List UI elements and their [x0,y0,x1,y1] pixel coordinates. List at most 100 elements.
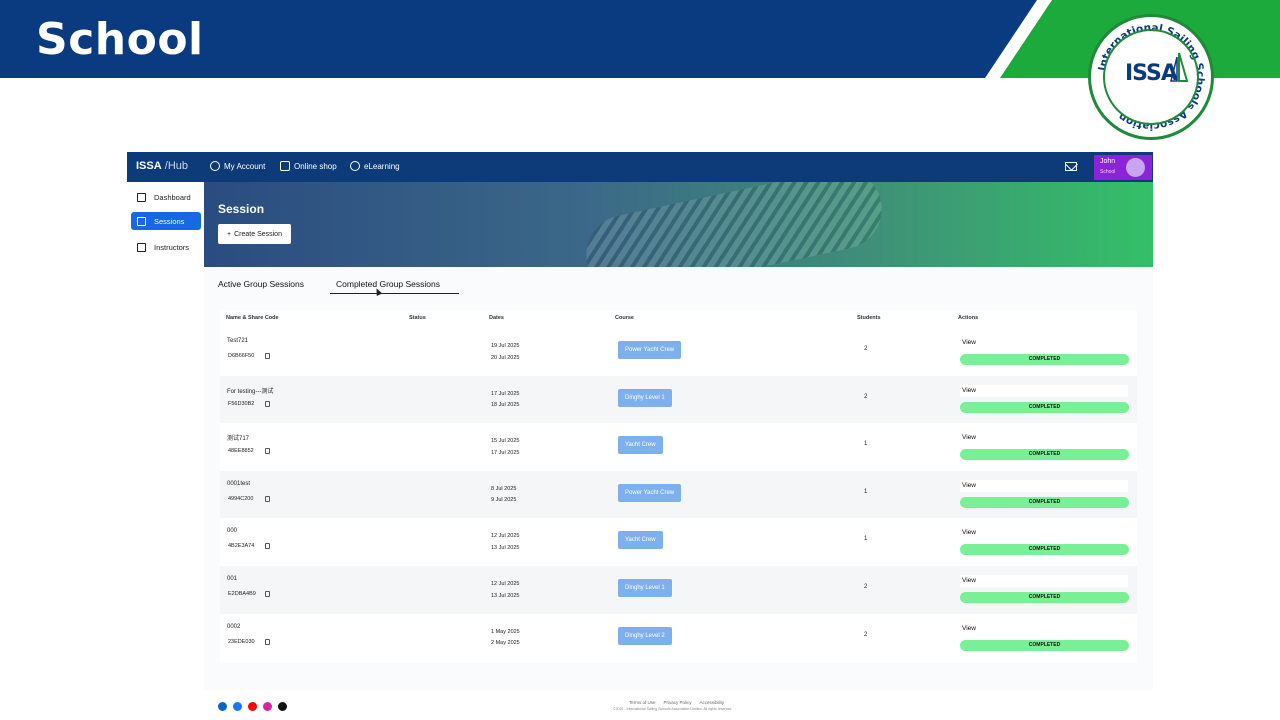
create-session-label: Create Session [234,230,282,238]
copy-icon[interactable] [265,400,270,407]
nav-label: eLearning [364,161,400,171]
column-header: Course [615,315,634,321]
view-button[interactable]: View [960,479,1128,492]
start-date: 8 Jul 2025 [491,485,517,492]
copy-icon[interactable] [265,495,270,502]
copy-icon[interactable] [265,353,270,359]
share-code: D6B66F50 [228,353,255,359]
share-code: E2DBA4B9 [228,591,256,597]
session-dates: 17 Jul 2025 18 Jul 2025 [491,389,519,412]
hero-banner: Session + Create Session [204,182,1153,267]
avatar [1126,158,1145,177]
copy-icon[interactable] [265,543,270,550]
start-date: 12 Jul 2025 [491,533,520,540]
sidebar-item-label: Instructors [154,242,190,252]
user-menu[interactable]: John School [1094,155,1152,180]
student-count: 2 [864,393,868,400]
sessions-icon [137,216,146,226]
sail-icon [1170,52,1189,82]
linkedin-icon[interactable] [218,702,227,711]
footer-link-accessibility[interactable]: Accessibility [700,700,725,705]
table-row: 001 E2DBA4B9 12 Jul 2025 13 Jul 2025 Dinghy … [220,566,1137,614]
sidebar-item-dashboard[interactable]: Dashboard [131,188,201,206]
status-badge: COMPLETED [960,449,1129,461]
nav-online-shop[interactable]: Online shop [280,161,337,171]
session-dates: 12 Jul 2025 13 Jul 2025 [491,531,519,554]
table-row: Test721 D6B66F50 19 Jul 2025 20 Jul 2025 Pow… [220,328,1137,376]
session-dates: 1 May 2025 2 May 2025 [491,627,520,650]
session-name: Test721 [227,338,249,344]
page-title: Session [218,202,265,216]
copy-icon[interactable] [265,448,270,455]
share-code: 4B2E3A74 [228,543,255,550]
copy-icon[interactable] [265,591,270,597]
shop-icon [280,161,290,171]
mail-icon[interactable] [1065,162,1077,171]
start-date: 17 Jul 2025 [491,390,520,397]
tab-completed-group-sessions[interactable]: Completed Group Sessions [336,279,440,289]
start-date: 12 Jul 2025 [491,581,520,587]
student-count: 2 [864,346,868,352]
user-circle-icon [210,161,220,171]
brand-logo[interactable]: ISSA /Hub [136,160,188,172]
course-badge: Yacht Crew [618,436,663,455]
tab-active-group-sessions[interactable]: Active Group Sessions [218,279,304,289]
view-button[interactable]: View [960,527,1128,540]
course-badge: Dinghy Level 2 [618,626,672,645]
sidebar: Dashboard Sessions Instructors [127,182,204,690]
youtube-icon[interactable] [248,702,257,711]
tab-active-indicator [330,293,459,294]
student-count: 1 [864,536,868,543]
start-date: 1 May 2025 [491,628,520,635]
end-date: 2 May 2025 [491,640,520,647]
elearning-icon [350,161,360,171]
start-date: 15 Jul 2025 [491,438,520,445]
session-dates: 19 Jul 2025 20 Jul 2025 [491,341,519,364]
facebook-icon[interactable] [233,702,242,711]
view-button[interactable]: View [960,622,1128,635]
footer-copyright: ©2025 - International Sailing Schools As… [613,707,733,711]
table-row: 测试717 48EE8852 15 Jul 2025 17 Jul 2025 Yacht… [220,423,1137,471]
column-header: Actions [958,315,979,321]
view-button[interactable]: View [960,575,1128,587]
plus-icon: + [227,230,232,238]
x-icon[interactable] [278,702,287,711]
course-badge: Yacht Crew [618,531,663,550]
app-window: ISSA /Hub My Account Online shop eLearni… [127,152,1153,720]
view-button[interactable]: View [960,384,1128,397]
footer-link-terms[interactable]: Terms of Use [629,700,656,705]
footer-link-privacy[interactable]: Privacy Policy [664,700,692,705]
view-button[interactable]: View [960,337,1128,349]
status-badge: COMPLETED [960,496,1129,508]
create-session-button[interactable]: + Create Session [218,224,291,244]
hero-background-image [578,182,890,267]
end-date: 17 Jul 2025 [491,449,520,456]
column-header: Dates [489,315,504,321]
status-badge: COMPLETED [960,544,1129,556]
brand-suffix: Hub [167,160,188,172]
sidebar-item-instructors[interactable]: Instructors [131,238,201,256]
instagram-icon[interactable] [263,702,272,711]
course-badge: Dinghy Level 1 [618,388,672,407]
sidebar-item-label: Dashboard [154,192,191,202]
end-date: 20 Jul 2025 [491,354,520,361]
status-badge: COMPLETED [960,354,1129,365]
sessions-table: Name & Share Code Status Dates Course St… [220,310,1137,663]
status-badge: COMPLETED [960,401,1129,413]
sidebar-item-label: Sessions [154,216,185,226]
session-name: 000 [227,528,238,535]
course-badge: Dinghy Level 1 [618,579,672,597]
user-name: John [1100,158,1116,165]
table-row: 000 4B2E3A74 12 Jul 2025 13 Jul 2025 Yacht C… [220,518,1137,566]
course-badge: Power Yacht Crew [618,483,682,502]
nav-elearning[interactable]: eLearning [350,161,400,171]
sidebar-item-sessions[interactable]: Sessions [131,212,201,230]
footer-links: Terms of Use Privacy Policy Accessibilit… [629,700,724,705]
column-header: Name & Share Code [226,315,279,321]
status-badge: COMPLETED [960,639,1129,651]
copy-icon[interactable] [265,638,270,645]
nav-my-account[interactable]: My Account [210,161,265,171]
student-count: 2 [864,631,868,638]
view-button[interactable]: View [960,432,1128,445]
footer: Terms of Use Privacy Policy Accessibilit… [127,690,1153,720]
